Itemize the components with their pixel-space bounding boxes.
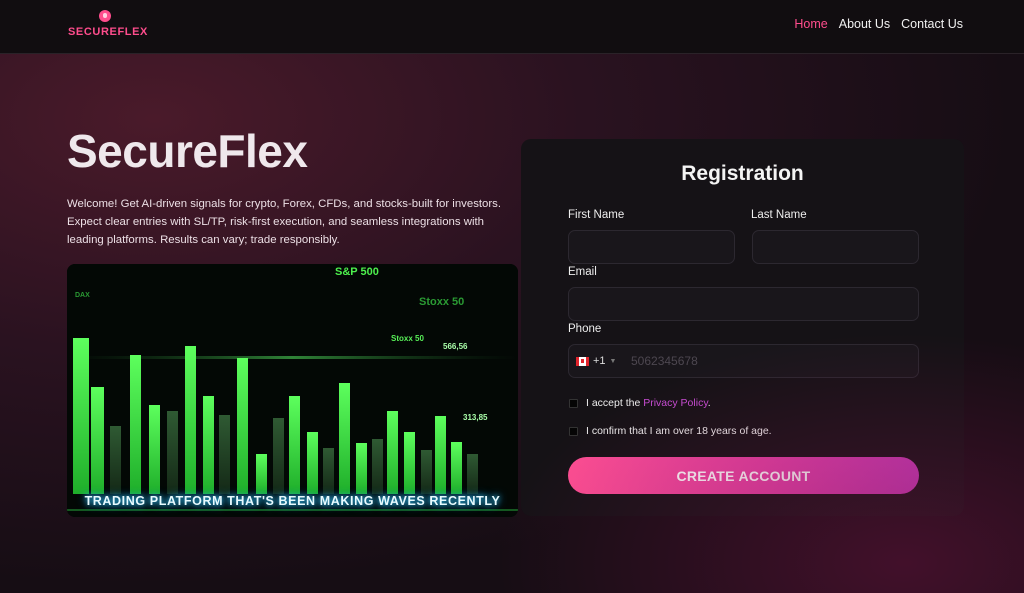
brand-logo[interactable]: SECUREFLEX (68, 10, 148, 44)
nav-contact-us[interactable]: Contact Us (901, 17, 963, 31)
phone-label: Phone (568, 323, 602, 335)
decor-bar (435, 416, 446, 494)
nav-home[interactable]: Home (794, 17, 827, 31)
privacy-consent-text: I accept the Privacy Policy. (586, 397, 711, 409)
country-code: +1 (593, 355, 606, 367)
privacy-checkbox[interactable] (569, 398, 578, 408)
hero-description: Welcome! Get AI-driven signals for crypt… (67, 198, 502, 246)
privacy-text-after: . (707, 397, 711, 409)
decor-bar (372, 439, 383, 494)
last-name-label: Last Name (751, 209, 807, 221)
main-nav: Home About Us Contact Us (794, 17, 963, 31)
decor-bar (219, 415, 230, 494)
decor-bar (237, 358, 248, 494)
last-name-field[interactable] (752, 230, 919, 264)
decor-bar (185, 346, 196, 494)
registration-title: Registration (681, 162, 804, 185)
privacy-consent-row: I accept the Privacy Policy. (569, 397, 711, 409)
age-checkbox[interactable] (569, 426, 578, 436)
decor-bar (356, 443, 367, 494)
create-account-button[interactable]: CREATE ACCOUNT (568, 457, 919, 494)
decor-bar (404, 432, 415, 494)
stoxx50-label-mid: Stoxx 50 (391, 334, 424, 343)
decor-bar (339, 383, 350, 494)
logo-icon (99, 10, 111, 22)
email-label: Email (568, 266, 597, 278)
decor-bar (149, 405, 160, 494)
decor-bar (467, 454, 478, 494)
decor-bar (307, 432, 318, 494)
trading-hero-image: S&P 500 Stoxx 50 Stoxx 50 DAX 566,56 313… (67, 264, 518, 517)
first-name-field[interactable] (568, 230, 735, 264)
decor-bar (323, 448, 334, 494)
site-header: SECUREFLEX Home About Us Contact Us (0, 0, 1024, 54)
decor-bar (451, 442, 462, 494)
privacy-text-before: I accept the (586, 397, 641, 409)
phone-input[interactable] (621, 345, 918, 377)
image-caption: TRADING PLATFORM THAT'S BEEN MAKING WAVE… (84, 494, 501, 508)
value-566-label: 566,56 (443, 342, 468, 351)
sp500-label: S&P 500 (335, 266, 379, 278)
hero-title: SecureFlex (67, 125, 308, 177)
email-field[interactable] (568, 287, 919, 321)
decor-bar (203, 396, 214, 494)
decor-bar (73, 338, 89, 494)
decor-bar (273, 418, 284, 494)
stoxx50-label-top: Stoxx 50 (419, 296, 465, 308)
decor-bar (130, 355, 141, 494)
age-consent-text: I confirm that I am over 18 years of age… (586, 425, 772, 437)
country-code-selector[interactable]: +1 ▼ (576, 355, 616, 367)
canada-flag-icon (576, 356, 589, 366)
first-name-input[interactable] (569, 231, 734, 263)
decor-bar (289, 396, 300, 494)
decor-bar (91, 387, 104, 494)
phone-field: +1 ▼ (568, 344, 919, 378)
last-name-input[interactable] (753, 231, 918, 263)
age-consent-row: I confirm that I am over 18 years of age… (569, 425, 772, 437)
decor-bar (256, 454, 267, 494)
decor-bar (421, 450, 432, 494)
registration-card: Registration First Name Last Name Email … (521, 139, 964, 516)
first-name-label: First Name (568, 209, 625, 221)
nav-about-us[interactable]: About Us (839, 17, 890, 31)
brand-name: SECUREFLEX (68, 26, 148, 38)
decor-bar (110, 426, 121, 494)
dax-label: DAX (75, 292, 90, 299)
email-input[interactable] (569, 288, 918, 320)
privacy-policy-link[interactable]: Privacy Policy (643, 397, 708, 409)
decor-bar (387, 411, 398, 494)
chevron-down-icon: ▼ (609, 357, 617, 365)
value-313-label: 313,85 (463, 413, 488, 422)
decor-bar (167, 411, 178, 494)
